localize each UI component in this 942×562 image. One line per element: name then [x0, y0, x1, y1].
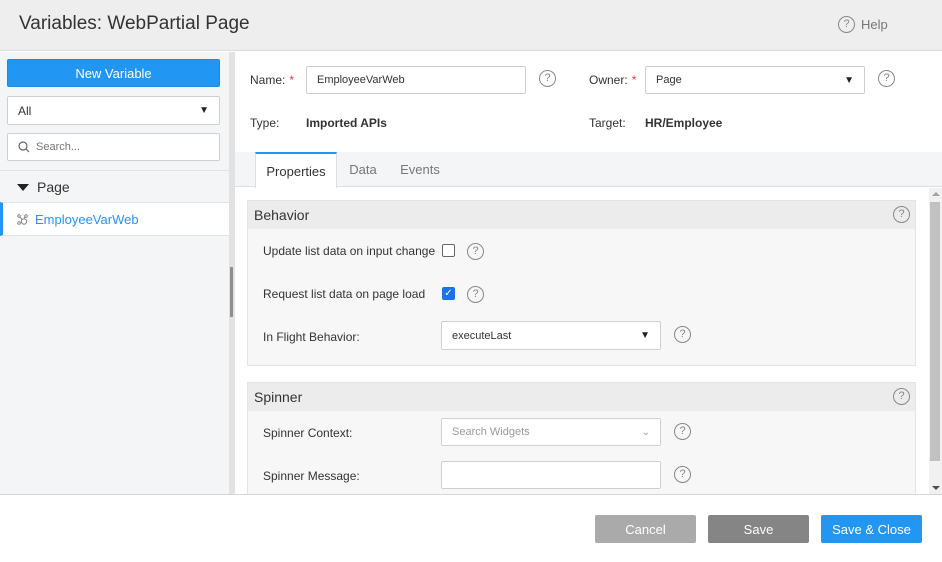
variable-editor: Name: * EmployeeVarWeb ? Owner: * Page ▼ ?…: [235, 52, 942, 494]
tab-properties[interactable]: Properties: [255, 152, 337, 188]
chevron-down-icon: ⌄: [641, 426, 650, 438]
behavior-help-icon[interactable]: ?: [893, 206, 910, 223]
tab-data[interactable]: Data: [341, 152, 385, 187]
target-label: Target:: [589, 116, 626, 130]
tab-events[interactable]: Events: [395, 152, 445, 187]
spinner-context-help-icon[interactable]: ?: [674, 423, 691, 440]
request-on-load-label: Request list data on page load: [263, 287, 426, 301]
help-link[interactable]: ? Help: [838, 16, 888, 33]
scroll-up-icon[interactable]: [932, 192, 940, 196]
chevron-down-icon: ▼: [844, 74, 854, 86]
cancel-button[interactable]: Cancel: [595, 515, 696, 543]
in-flight-label: In Flight Behavior:: [263, 330, 360, 344]
spinner-help-icon[interactable]: ?: [893, 388, 910, 405]
update-help-icon[interactable]: ?: [467, 243, 484, 260]
spinner-message-help-icon[interactable]: ?: [674, 466, 691, 483]
spinner-message-label: Spinner Message:: [263, 469, 360, 483]
help-icon: ?: [838, 16, 855, 33]
splitter-handle[interactable]: [230, 267, 233, 317]
name-label: Name: *: [250, 73, 295, 87]
help-label: Help: [861, 17, 888, 32]
properties-content: Behavior ? Update list data on input cha…: [235, 188, 942, 494]
behavior-panel: Behavior ? Update list data on input cha…: [247, 200, 916, 366]
caret-down-icon: [17, 184, 29, 191]
tree-item-employeevarweb[interactable]: EmployeeVarWeb: [0, 202, 229, 236]
in-flight-help-icon[interactable]: ?: [674, 326, 691, 343]
owner-select[interactable]: Page ▼: [645, 66, 865, 94]
save-close-button[interactable]: Save & Close: [821, 515, 922, 543]
target-value: HR/Employee: [645, 116, 723, 130]
tab-bar: Properties Data Events: [235, 152, 942, 188]
tree-group-label: Page: [37, 178, 70, 195]
behavior-panel-header: Behavior ?: [248, 201, 915, 229]
variables-sidebar: New Variable All ▼ Page EmployeeVarWeb: [0, 52, 229, 494]
spinner-title: Spinner: [254, 389, 303, 405]
spinner-panel: Spinner ? Spinner Context: Search Widget…: [247, 382, 916, 494]
name-input[interactable]: EmployeeVarWeb: [306, 66, 526, 94]
dialog-footer: Cancel Save Save & Close: [0, 494, 942, 562]
save-button[interactable]: Save: [708, 515, 809, 543]
search-input[interactable]: [36, 141, 206, 153]
content-scrollbar[interactable]: [929, 188, 942, 494]
spinner-panel-header: Spinner ?: [248, 383, 915, 411]
scroll-thumb[interactable]: [930, 202, 940, 461]
tree-item-label: EmployeeVarWeb: [35, 211, 139, 227]
spinner-context-select[interactable]: Search Widgets ⌄: [441, 418, 661, 446]
variable-search[interactable]: [7, 133, 220, 161]
request-help-icon[interactable]: ?: [467, 286, 484, 303]
dialog-header: Variables: WebPartial Page ? Help: [0, 0, 942, 51]
type-label: Type:: [250, 116, 280, 130]
chevron-down-icon: ▼: [199, 105, 209, 116]
owner-label: Owner: *: [589, 73, 637, 87]
tree-group-page[interactable]: Page: [0, 170, 229, 202]
checkmark-icon: ✓: [444, 288, 453, 299]
dialog-title: Variables: WebPartial Page: [19, 13, 250, 34]
type-value: Imported APIs: [306, 116, 387, 130]
api-variable-icon: [17, 213, 28, 225]
spinner-context-label: Spinner Context:: [263, 426, 353, 440]
behavior-title: Behavior: [254, 207, 310, 223]
new-variable-button[interactable]: New Variable: [7, 59, 220, 87]
variable-filter-select[interactable]: All ▼: [7, 96, 220, 125]
chevron-down-icon: ▼: [640, 330, 650, 341]
name-help-icon[interactable]: ?: [539, 70, 556, 87]
request-on-load-checkbox[interactable]: ✓: [442, 287, 455, 300]
filter-value: All: [18, 103, 32, 118]
update-on-input-label: Update list data on input change: [263, 244, 436, 258]
owner-help-icon[interactable]: ?: [878, 70, 895, 87]
update-on-input-checkbox[interactable]: [442, 244, 455, 257]
spinner-message-input[interactable]: [441, 461, 661, 489]
scroll-down-icon[interactable]: [932, 486, 940, 490]
in-flight-select[interactable]: executeLast ▼: [441, 321, 661, 350]
search-icon: [18, 141, 30, 153]
